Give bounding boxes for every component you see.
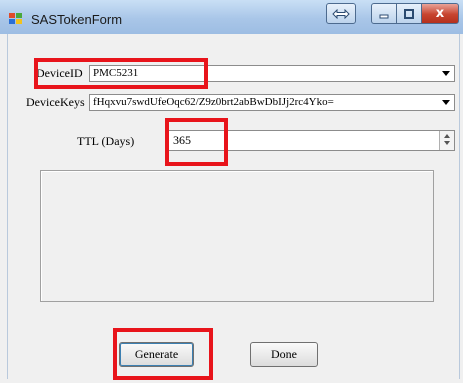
dropdown-arrow-icon[interactable] — [442, 100, 450, 105]
close-button[interactable]: x — [421, 3, 459, 24]
ttl-value: 365 — [173, 133, 191, 147]
dropdown-arrow-icon[interactable] — [442, 71, 450, 76]
minimize-icon — [379, 14, 389, 18]
generate-button[interactable]: Generate — [119, 342, 194, 367]
ttl-label: TTL (Days) — [77, 134, 135, 148]
app-icon — [9, 13, 22, 24]
device-keys-label: DeviceKeys — [26, 95, 85, 109]
device-keys-value: fHqxvu7swdUfeOqc62/Z9z0brt2abBwDbIJj2rc4… — [93, 96, 334, 108]
device-id-label: DeviceID — [36, 66, 83, 80]
title-bar[interactable]: SASTokenForm x — [0, 0, 463, 34]
maximize-icon — [404, 8, 414, 19]
minimize-button[interactable] — [371, 3, 397, 24]
done-button[interactable]: Done — [250, 342, 318, 367]
ttl-spinner[interactable] — [439, 131, 454, 150]
maximize-button[interactable] — [396, 3, 422, 24]
device-keys-combobox[interactable]: fHqxvu7swdUfeOqc62/Z9z0brt2abBwDbIJj2rc4… — [89, 94, 455, 111]
window-title: SASTokenForm — [31, 12, 123, 27]
ttl-numeric-input[interactable]: 365 — [168, 130, 455, 151]
resize-icon — [332, 8, 350, 19]
device-id-value: PMC5231 — [93, 67, 139, 79]
resize-button[interactable] — [326, 3, 356, 24]
spinner-up-icon[interactable] — [444, 134, 450, 138]
sas-token-form-window: SASTokenForm x DeviceID PMC5231 DeviceKe… — [0, 0, 463, 383]
spinner-down-icon[interactable] — [444, 141, 450, 145]
device-id-combobox[interactable]: PMC5231 — [89, 65, 455, 82]
close-icon: x — [435, 6, 445, 21]
generate-button-label: Generate — [134, 347, 179, 361]
token-output-area[interactable] — [40, 170, 434, 302]
done-button-label: Done — [271, 347, 297, 361]
form-client-area: DeviceID PMC5231 DeviceKeys fHqxvu7swdUf… — [7, 34, 460, 379]
